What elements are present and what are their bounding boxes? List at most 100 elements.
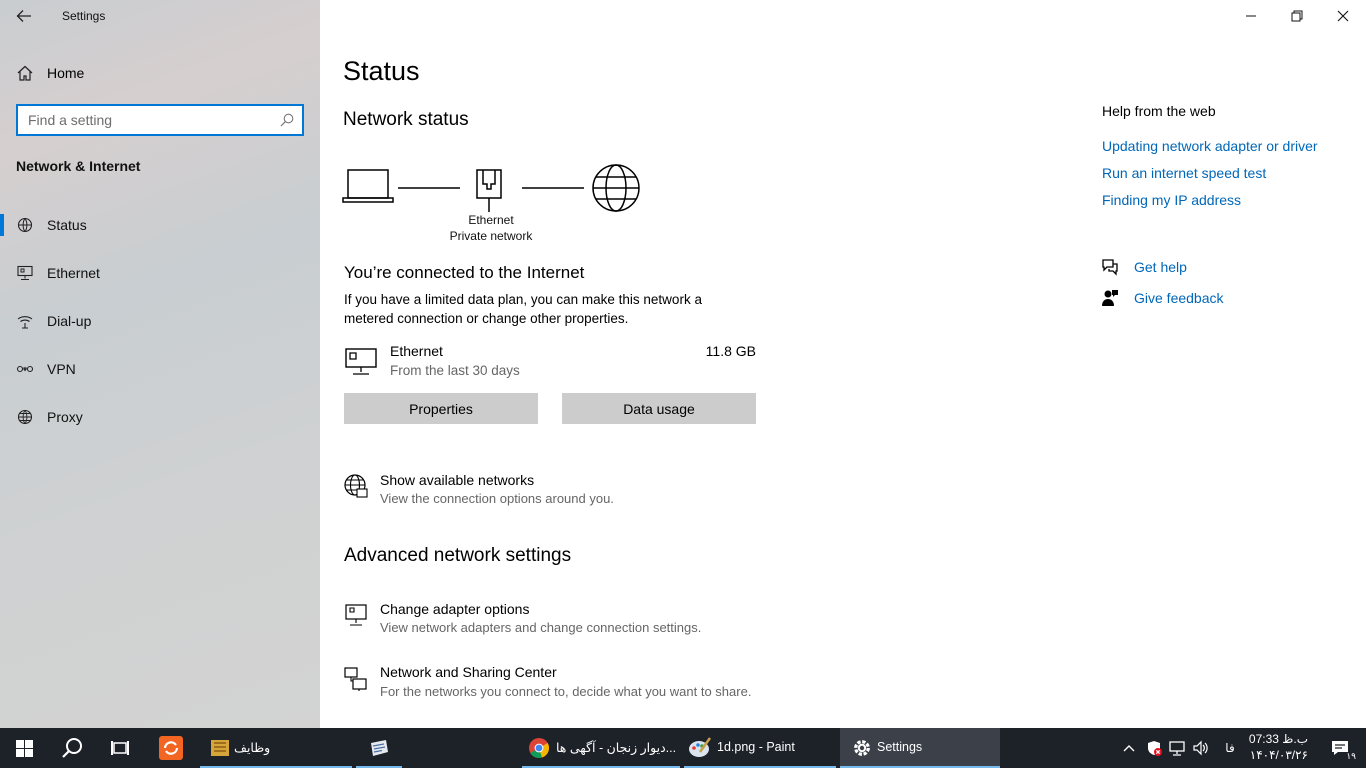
restore-button[interactable] (1274, 0, 1320, 32)
vpn-icon (16, 365, 34, 373)
windows-logo-icon (15, 739, 33, 757)
dialup-icon (17, 316, 33, 329)
help-link-speed-test[interactable]: Run an internet speed test (1102, 165, 1266, 181)
adapter-name-label: Ethernet (468, 213, 514, 227)
tray-network[interactable] (1166, 728, 1188, 768)
usage-period: From the last 30 days (390, 363, 520, 378)
network-status-heading: Network status (343, 109, 469, 130)
sidebar-item-home[interactable]: Home (0, 56, 320, 90)
app-logo-icon (159, 736, 183, 760)
help-link-adapter-driver[interactable]: Updating network adapter or driver (1102, 138, 1318, 154)
search-icon (62, 738, 82, 758)
taskbar-app-label: 1d.png - Paint (717, 740, 795, 754)
minimize-button[interactable] (1228, 0, 1274, 32)
home-icon (17, 65, 33, 81)
globe-network-icon (344, 474, 368, 498)
sidebar-item-proxy[interactable]: Proxy (0, 397, 320, 437)
sidebar: Settings Home Network & Internet Status … (0, 0, 320, 728)
taskbar-app-paint[interactable]: 1d.png - Paint (684, 728, 836, 768)
connected-description: If you have a limited data plan, you can… (344, 292, 702, 326)
sidebar-item-ethernet[interactable]: Ethernet (0, 253, 320, 293)
sidebar-item-status[interactable]: Status (0, 205, 320, 245)
sharing-center-title[interactable]: Network and Sharing Center (380, 664, 557, 680)
clock-date: ۱۴۰۴/۰۳/۲۶ (1249, 748, 1308, 762)
action-center-button[interactable]: ۱۹ (1320, 728, 1360, 768)
task-view-button[interactable] (96, 728, 144, 768)
sidebar-item-dialup[interactable]: Dial-up (0, 301, 320, 341)
chrome-icon (529, 738, 550, 758)
taskbar-app-label: دیوار زنجان - آگهی ها... (556, 741, 677, 755)
advanced-heading: Advanced network settings (344, 545, 572, 566)
tray-volume[interactable] (1190, 728, 1212, 768)
usage-amount: 11.8 GB (705, 343, 756, 359)
search-box[interactable] (16, 104, 304, 136)
adapter-options-title[interactable]: Change adapter options (380, 601, 529, 617)
close-icon (1337, 10, 1349, 22)
usage-adapter-name: Ethernet (390, 343, 443, 359)
search-taskbar-button[interactable] (48, 728, 96, 768)
status-icon (17, 217, 33, 233)
taskbar-app-label: Settings (877, 740, 923, 754)
sidebar-item-label: Ethernet (47, 265, 100, 281)
help-title: Help from the web (1102, 103, 1216, 119)
connected-heading: You’re connected to the Internet (344, 263, 585, 282)
speaker-icon (1193, 740, 1208, 756)
properties-button[interactable]: Properties (344, 393, 538, 424)
get-help-icon (1102, 259, 1118, 276)
ethernet-port-icon (476, 169, 502, 212)
sharing-center-subtitle: For the networks you connect to, decide … (380, 684, 752, 699)
search-icon (280, 113, 294, 127)
back-arrow-icon (16, 10, 31, 22)
app-title: Settings (62, 9, 106, 23)
network-tray-icon (1169, 741, 1185, 756)
section-title: Network & Internet (16, 158, 141, 174)
search-input[interactable] (18, 106, 268, 134)
clock-time: 07:33 ب.ظ (1248, 732, 1308, 746)
adapter-options-icon (345, 604, 367, 626)
chevron-up-icon (1123, 745, 1135, 752)
globe-icon (592, 164, 640, 212)
close-button[interactable] (1320, 0, 1366, 32)
notification-count: ۱۹ (1346, 751, 1356, 761)
show-networks-title[interactable]: Show available networks (380, 472, 534, 488)
page-title: Status (343, 56, 420, 86)
paper-icon (371, 740, 388, 756)
taskbar-app-tasks[interactable]: وظایف (200, 728, 352, 768)
help-link-ip-address[interactable]: Finding my IP address (1102, 192, 1241, 208)
minimize-icon (1246, 15, 1256, 17)
taskbar-app-chrome[interactable]: دیوار زنجان - آگهی ها... (522, 728, 680, 768)
taskbar-app-settings[interactable]: Settings (840, 728, 1000, 768)
restore-icon (1291, 10, 1303, 22)
sharing-center-icon (344, 667, 367, 691)
adapter-options-subtitle: View network adapters and change connect… (380, 620, 702, 635)
sidebar-home-label: Home (47, 65, 85, 81)
gear-icon (854, 740, 870, 756)
network-type-label: Private network (449, 229, 533, 243)
sidebar-item-vpn[interactable]: VPN (0, 349, 320, 389)
sidebar-item-label: Status (47, 217, 87, 233)
ethernet-adapter-icon (345, 348, 377, 375)
give-feedback-link[interactable]: Give feedback (1134, 290, 1224, 306)
back-button[interactable] (12, 4, 36, 28)
ethernet-icon (17, 265, 33, 280)
tray-language[interactable]: فا (1218, 728, 1242, 768)
taskbar-pinned-app[interactable] (148, 728, 194, 768)
sidebar-item-label: Dial-up (47, 313, 92, 329)
get-help-link[interactable]: Get help (1134, 259, 1187, 275)
tray-clock[interactable]: 07:33 ب.ظ ۱۴۰۴/۰۳/۲۶ (1249, 731, 1308, 763)
tray-security[interactable] (1143, 728, 1165, 768)
start-button[interactable] (0, 728, 48, 768)
taskbar-app-label: وظایف (234, 741, 271, 755)
task-view-icon (111, 741, 129, 755)
laptop-icon (342, 169, 394, 203)
give-feedback-icon (1102, 290, 1118, 306)
proxy-icon (17, 409, 33, 425)
taskbar: وظایف دیوار زنجان - آگهی ها... 1d.png - … (0, 728, 1366, 768)
tray-overflow-button[interactable] (1118, 728, 1140, 768)
paint-icon (689, 737, 712, 757)
taskbar-app-paper[interactable] (356, 728, 402, 768)
sidebar-item-label: VPN (47, 361, 76, 377)
shield-icon (1148, 741, 1162, 756)
data-usage-button[interactable]: Data usage (562, 393, 756, 424)
folder-icon (211, 740, 229, 756)
